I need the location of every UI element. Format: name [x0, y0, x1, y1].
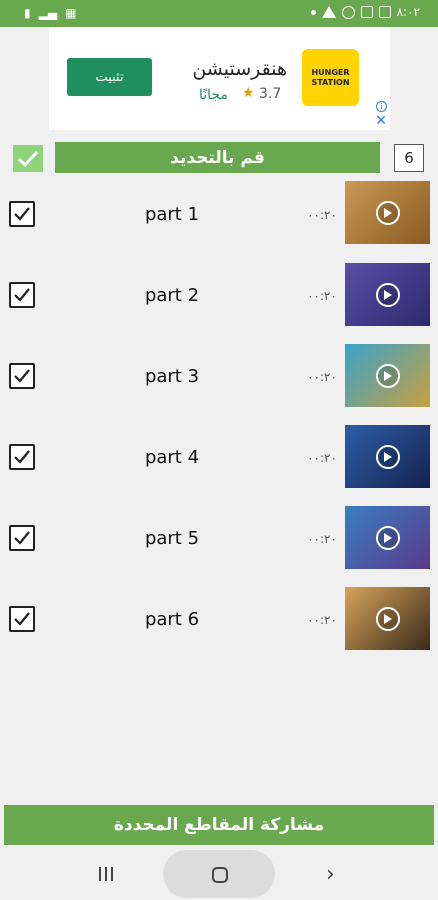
- item-title: part 4: [144, 447, 200, 468]
- image-icon: [360, 6, 373, 18]
- list-item[interactable]: part 4 ٠٠:٢٠: [0, 417, 438, 498]
- recent-apps-icon[interactable]: [99, 867, 113, 881]
- item-duration: ٠٠:٢٠: [307, 451, 337, 465]
- item-title: part 2: [144, 285, 200, 306]
- item-duration: ٠٠:٢٠: [307, 370, 337, 384]
- ad-app-logo: HUNGER STATION: [302, 49, 359, 106]
- check-icon: [14, 288, 30, 302]
- ad-banner[interactable]: تثبيت هنقرستيشن مجانًا ★ 3.7 HUNGER STAT…: [49, 27, 390, 130]
- share-selected-button[interactable]: مشاركة المقاطع المحددة: [4, 805, 434, 845]
- item-duration: ٠٠:٢٠: [307, 532, 337, 546]
- sim-icon: ▮: [24, 6, 31, 20]
- list-item[interactable]: part 1 ٠٠:٢٠: [0, 174, 438, 255]
- video-thumbnail[interactable]: [345, 506, 430, 569]
- item-checkbox[interactable]: [9, 363, 35, 389]
- ad-install-button[interactable]: تثبيت: [67, 58, 152, 96]
- play-icon[interactable]: [376, 283, 400, 307]
- play-icon[interactable]: [376, 364, 400, 388]
- list-item[interactable]: part 2 ٠٠:٢٠: [0, 255, 438, 336]
- item-checkbox[interactable]: [9, 606, 35, 632]
- play-icon[interactable]: [376, 201, 400, 225]
- ad-info-icon[interactable]: i: [376, 101, 387, 112]
- video-thumbnail[interactable]: [345, 587, 430, 650]
- check-icon: [14, 207, 30, 221]
- select-label-bar[interactable]: قم بالتحديد: [55, 142, 380, 173]
- ad-rating: 3.7: [259, 86, 282, 102]
- video-thumbnail[interactable]: [345, 344, 430, 407]
- navigation-bar: ›: [0, 845, 438, 900]
- item-title: part 6: [144, 609, 200, 630]
- item-duration: ٠٠:٢٠: [307, 289, 337, 303]
- ad-close-icon[interactable]: ✕: [375, 114, 387, 128]
- check-icon: [17, 150, 39, 167]
- item-title: part 1: [144, 204, 200, 225]
- list-item[interactable]: part 3 ٠٠:٢٠: [0, 336, 438, 417]
- item-checkbox[interactable]: [9, 201, 35, 227]
- play-icon[interactable]: [376, 445, 400, 469]
- back-icon[interactable]: ›: [326, 862, 335, 887]
- signal-bars-icon: ▂▄: [38, 6, 58, 20]
- item-duration: ٠٠:٢٠: [307, 208, 337, 222]
- item-title: part 5: [144, 528, 200, 549]
- item-checkbox[interactable]: [9, 444, 35, 470]
- selected-count: 6: [394, 144, 424, 172]
- star-icon: ★: [242, 85, 255, 101]
- item-checkbox[interactable]: [9, 525, 35, 551]
- grid-icon: ▦: [65, 6, 77, 20]
- item-duration: ٠٠:٢٠: [307, 613, 337, 627]
- clock: ٨:٠٢: [396, 5, 420, 19]
- ad-logo-line1: HUNGER: [311, 67, 350, 77]
- check-icon: [14, 369, 30, 383]
- status-bar: ▮ ▂▄ ▦ ٨:٠٢: [0, 0, 438, 27]
- list-item[interactable]: part 5 ٠٠:٢٠: [0, 498, 438, 579]
- whatsapp-icon: [341, 5, 355, 19]
- play-icon[interactable]: [376, 526, 400, 550]
- home-icon[interactable]: [212, 867, 228, 883]
- check-icon: [14, 450, 30, 464]
- video-thumbnail[interactable]: [345, 263, 430, 326]
- ad-logo-line2: STATION: [311, 77, 350, 87]
- play-icon[interactable]: [376, 607, 400, 631]
- video-thumbnail[interactable]: [345, 425, 430, 488]
- item-title: part 3: [144, 366, 200, 387]
- warning-icon: [321, 6, 336, 18]
- dot-icon: [310, 9, 316, 15]
- list-item[interactable]: part 6 ٠٠:٢٠: [0, 579, 438, 660]
- ad-app-name: هنقرستيشن: [192, 58, 287, 80]
- ad-price: مجانًا: [199, 87, 228, 103]
- check-icon: [14, 531, 30, 545]
- box-icon: [378, 6, 391, 18]
- select-all-checkbox[interactable]: [13, 145, 43, 172]
- check-icon: [14, 612, 30, 626]
- item-checkbox[interactable]: [9, 282, 35, 308]
- video-thumbnail[interactable]: [345, 181, 430, 244]
